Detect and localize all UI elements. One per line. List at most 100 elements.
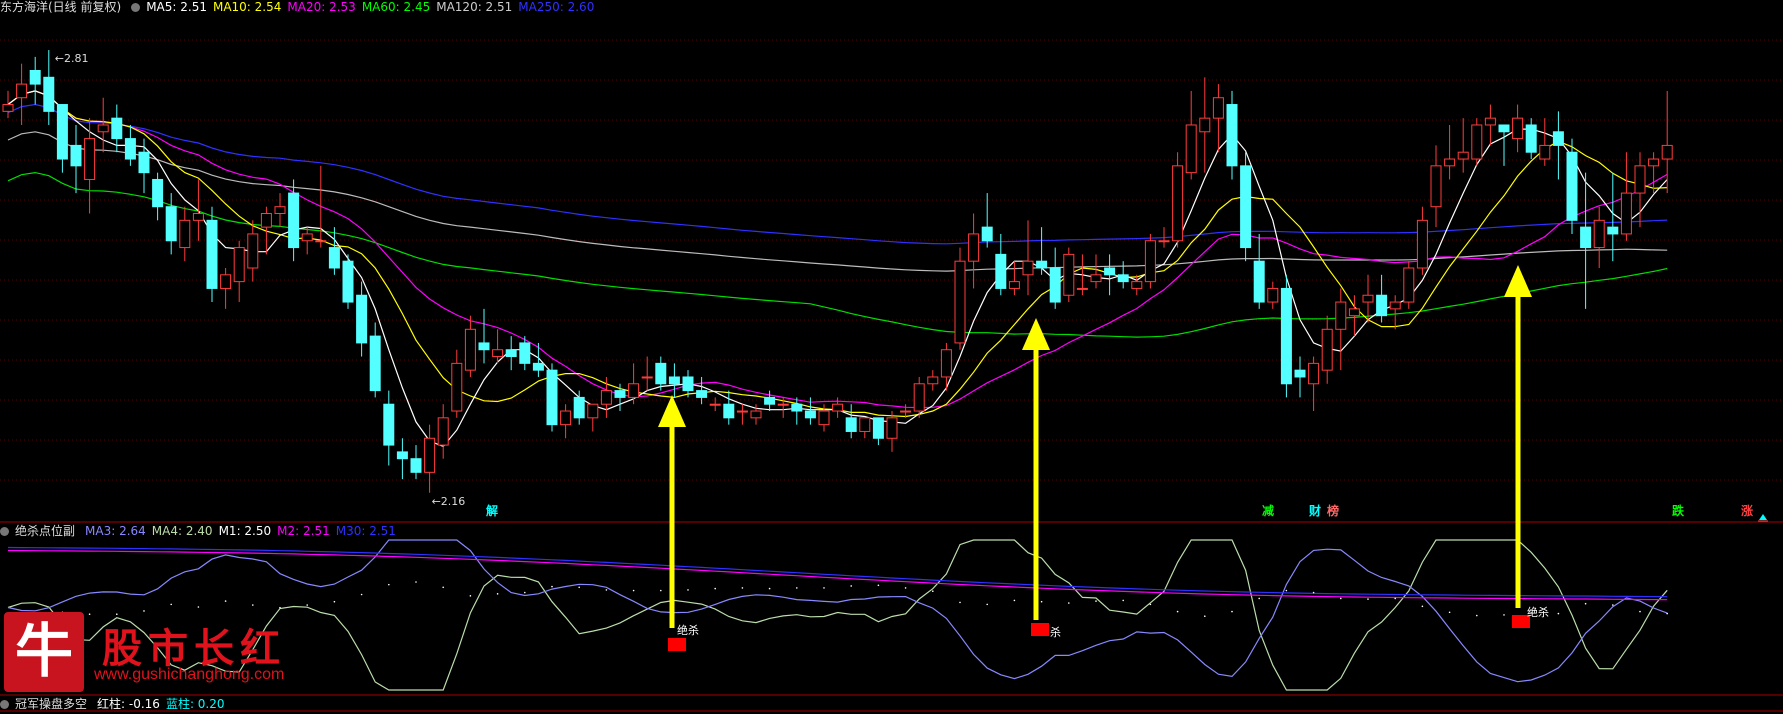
arrow-head	[658, 395, 686, 427]
candle-up	[1430, 145, 1442, 228]
candle-body	[288, 192, 300, 249]
candlestick-series[interactable]	[2, 50, 1673, 493]
m1-dot	[333, 600, 336, 603]
candle-down	[478, 308, 490, 364]
candle-body	[872, 417, 884, 439]
candle-body	[383, 403, 395, 446]
m1-dot	[388, 583, 390, 586]
candle-up	[1457, 118, 1469, 173]
candle-up	[1308, 356, 1320, 412]
candle-up	[274, 193, 286, 228]
candle-body	[1131, 281, 1143, 289]
signal-label: 解	[486, 503, 498, 518]
candle-down	[981, 193, 993, 248]
candle-up	[97, 97, 109, 153]
settings-circle-icon[interactable]	[131, 3, 141, 12]
candle-body	[682, 376, 694, 392]
candle-up	[1661, 90, 1673, 194]
candle-up	[709, 397, 721, 412]
candle-body	[1090, 274, 1102, 283]
settings-circle-icon[interactable]	[0, 700, 9, 709]
settings-circle-icon[interactable]	[0, 527, 9, 536]
candle-body	[1158, 240, 1170, 243]
candle-body	[369, 335, 381, 392]
indicator-title[interactable]: 绝杀点位副	[15, 524, 75, 538]
candle-up	[247, 220, 259, 282]
candle-body	[315, 240, 327, 243]
candle-up	[1484, 104, 1496, 146]
blue-bar-label: 蓝柱: 0.20	[165, 697, 225, 711]
m1-dot	[1367, 598, 1369, 600]
candle-body	[709, 403, 721, 406]
candle-body	[1063, 253, 1075, 296]
candle-up	[1620, 152, 1632, 241]
ma5-line	[7, 90, 1668, 448]
candle-body	[546, 369, 558, 426]
candle-body	[1104, 267, 1116, 276]
m1-dot	[1421, 605, 1424, 608]
candle-body	[1444, 158, 1456, 167]
candle-body	[451, 362, 463, 412]
candle-up	[301, 227, 313, 255]
candle-up	[641, 356, 653, 391]
candle-body	[628, 383, 640, 398]
candle-body	[913, 383, 925, 412]
candle-body	[1348, 308, 1360, 317]
candle-body	[274, 206, 286, 215]
m1-dot	[823, 587, 825, 589]
m1-dot	[197, 606, 200, 608]
signal-arrows	[658, 265, 1532, 628]
candle-body	[1172, 165, 1184, 242]
candle-body	[1648, 158, 1660, 167]
m1-dot	[877, 584, 880, 587]
candle-down	[532, 342, 544, 377]
candle-body	[1593, 219, 1605, 249]
candle-body	[424, 437, 436, 473]
candle-up	[2, 90, 14, 119]
m1-dot	[279, 606, 281, 609]
candle-down	[70, 124, 82, 194]
bottom-indicator-title[interactable]: 冠军操盘多空	[15, 697, 87, 711]
stock-title[interactable]: 东方海洋(日线 前复权)	[0, 0, 121, 14]
candle-up	[437, 404, 449, 459]
candle-down	[872, 417, 884, 446]
candle-body	[342, 260, 354, 303]
candle-down	[1280, 274, 1292, 398]
chart-stage[interactable]: ←2.81←2.16 解减财榜跌涨 绝杀 杀绝杀	[0, 0, 1783, 714]
candle-body	[1634, 165, 1646, 194]
m1-dot	[306, 604, 309, 606]
m1-dot	[224, 600, 227, 602]
arrow-head	[1504, 265, 1532, 297]
candle-up	[233, 240, 245, 303]
candle-up	[600, 376, 612, 418]
candle-body	[940, 349, 952, 378]
candle-body	[1308, 362, 1320, 385]
candle-down	[668, 363, 680, 398]
ma60-label: MA60: 2.45	[361, 0, 431, 14]
candle-body	[152, 178, 164, 208]
candle-up	[1444, 124, 1456, 180]
candle-up	[1212, 84, 1224, 153]
candle-body	[968, 233, 980, 262]
ma3-label: MA3: 2.64	[85, 524, 146, 538]
m1-dot	[1612, 604, 1614, 606]
candle-body	[84, 138, 96, 180]
watermark: 牛 股市长红 www.gushichanghong.com	[4, 612, 304, 692]
candle-body	[138, 151, 150, 174]
candle-body	[97, 124, 109, 133]
m1-dot	[360, 593, 363, 596]
candle-body	[791, 403, 803, 412]
candle-body	[723, 403, 735, 419]
candle-body	[668, 376, 680, 385]
candle-body	[2, 104, 14, 112]
m1-dot	[1666, 612, 1668, 615]
candle-body	[1620, 192, 1632, 235]
candle-body	[859, 417, 871, 432]
candle-body	[233, 247, 245, 283]
candle-body	[927, 376, 939, 385]
candle-body	[356, 294, 368, 344]
candle-up	[179, 206, 191, 262]
candle-up	[1267, 281, 1279, 309]
candle-body	[560, 410, 572, 426]
candle-up	[954, 247, 966, 350]
